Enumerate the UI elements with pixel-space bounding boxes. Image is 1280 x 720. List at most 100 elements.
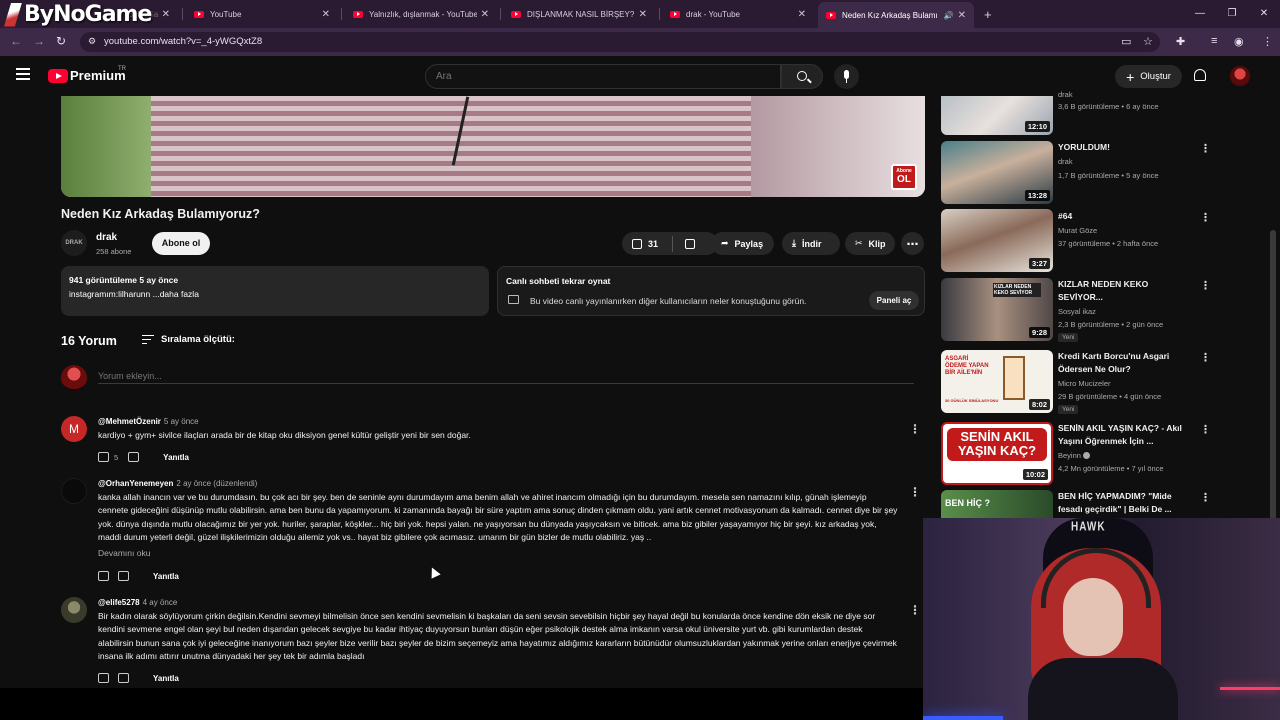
recommendation-thumbnail[interactable]: KIZLAR NEDEN KEKO SEVİYOR 9:28	[941, 278, 1053, 341]
recommendation-menu-icon[interactable]: ⋮	[1200, 423, 1211, 436]
recommendation-thumbnail[interactable]: 13:28	[941, 141, 1053, 204]
cast-icon[interactable]: ▭	[1121, 35, 1131, 48]
add-comment-input[interactable]	[98, 368, 914, 384]
close-icon[interactable]: ✕	[162, 9, 170, 20]
close-icon[interactable]: ✕	[958, 10, 966, 21]
youtube-logo-icon[interactable]	[48, 69, 68, 83]
recommendation-menu-icon[interactable]: ⋮	[1200, 491, 1211, 504]
recommendation-menu-icon[interactable]: ⋮	[1200, 279, 1211, 292]
video-player[interactable]: Abone OL	[61, 96, 925, 197]
recommendation-title[interactable]: SENİN AKIL YAŞIN KAÇ? - Akıl Yaşını Öğre…	[1058, 422, 1190, 448]
channel-name[interactable]: drak	[96, 232, 117, 243]
bookmark-star-icon[interactable]: ☆	[1143, 35, 1153, 48]
recommendation-title[interactable]: #64	[1058, 210, 1190, 223]
close-icon[interactable]: ✕	[798, 9, 806, 20]
new-tab-button[interactable]: +	[980, 4, 1000, 24]
recommendation-thumbnail[interactable]: BEN HİÇ ?	[941, 490, 1053, 518]
recommendation-title[interactable]: KIZLAR NEDEN KEKO SEVİYOR...	[1058, 278, 1190, 304]
clip-button[interactable]: ✂ Klip	[845, 232, 895, 255]
comment-time[interactable]: 5 ay önce	[164, 417, 199, 426]
minimize-icon[interactable]: —	[1184, 0, 1216, 28]
tab-drak[interactable]: drak - YouTube ✕	[662, 4, 814, 24]
commenter-avatar[interactable]: M	[61, 416, 87, 442]
comment-menu-icon[interactable]: ⋮	[909, 423, 921, 435]
close-icon[interactable]: ✕	[481, 9, 489, 20]
search-button[interactable]	[781, 64, 823, 89]
tab-dislanmak[interactable]: DIŞLANMAK NASIL BİRŞEY? - Y ✕	[503, 4, 655, 24]
recommendation-channel[interactable]: Beyinn	[1058, 451, 1090, 460]
dislike-icon[interactable]	[118, 571, 129, 581]
profile-icon[interactable]: ◉	[1234, 35, 1244, 48]
commenter-avatar[interactable]	[61, 478, 87, 504]
comment-author[interactable]: @OrhanYenemeyen	[98, 479, 173, 488]
tab-active-video[interactable]: Neden Kız Arkadaş Bulamı 🔊 ✕	[818, 2, 974, 28]
search-input[interactable]	[436, 71, 756, 82]
account-avatar[interactable]	[1230, 66, 1250, 86]
create-button[interactable]: + Oluştur	[1115, 65, 1182, 88]
recommendation-menu-icon[interactable]: ⋮	[1200, 351, 1211, 364]
recommendation-menu-icon[interactable]: ⋮	[1200, 211, 1211, 224]
recommendation-thumbnail[interactable]: 3:27	[941, 209, 1053, 272]
close-icon[interactable]: ✕	[322, 9, 330, 20]
comment-menu-icon[interactable]: ⋮	[909, 486, 921, 498]
dislike-icon[interactable]	[128, 452, 140, 462]
reload-icon[interactable]: ↻	[56, 34, 66, 48]
comment-author[interactable]: @elife5278	[98, 598, 140, 607]
hamburger-menu-icon[interactable]	[16, 68, 30, 80]
forward-icon[interactable]: →	[33, 34, 45, 48]
url-field[interactable]: ⚙ youtube.com/watch?v=_4-yWGQxtZ8	[80, 32, 1160, 52]
tab-yalnizlik[interactable]: Yalnızlık, dışlanmak - YouTube ✕	[345, 4, 497, 24]
reply-button[interactable]: Yanıtla	[163, 453, 189, 462]
comment-time[interactable]: 2 ay önce (düzenlendi)	[176, 479, 257, 488]
open-panel-button[interactable]: Paneli aç	[869, 291, 919, 310]
dislike-icon[interactable]	[118, 673, 129, 683]
description-box[interactable]: 941 görüntüleme 5 ay önce instagramım:li…	[61, 266, 489, 316]
browser-menu-icon[interactable]: ⋮	[1262, 35, 1273, 48]
voice-search-button[interactable]	[834, 64, 859, 89]
recommendation-title[interactable]: BEN HİÇ YAPMADIM? "Mide fesadı geçirdik"…	[1058, 490, 1190, 516]
subscribe-watermark[interactable]: Abone OL	[891, 164, 917, 190]
more-actions-button[interactable]: ⋯	[901, 232, 924, 255]
like-icon[interactable]	[98, 673, 109, 683]
channel-avatar[interactable]: DRAK	[61, 230, 87, 256]
recommendation-channel[interactable]: Micro Mucizeler	[1058, 379, 1111, 388]
sort-button[interactable]: Sıralama ölçütü:	[161, 334, 235, 345]
recommendation-thumbnail[interactable]: ASGARİ ÖDEME YAPAN BİR AİLE'NİN 30 GÜNLÜ…	[941, 350, 1053, 413]
comment-menu-icon[interactable]: ⋮	[909, 604, 921, 616]
back-icon[interactable]: ←	[10, 34, 22, 48]
like-icon[interactable]	[632, 238, 642, 249]
comment-time[interactable]: 4 ay önce	[143, 598, 178, 607]
media-icon[interactable]: ≡	[1211, 35, 1217, 47]
recommendation-channel[interactable]: Sosyal ikaz	[1058, 307, 1096, 316]
close-window-icon[interactable]: ✕	[1248, 0, 1280, 28]
reply-button[interactable]: Yanıtla	[153, 572, 179, 581]
site-info-icon[interactable]: ⚙	[88, 36, 96, 47]
recommendation-thumbnail[interactable]: SENİN AKIL YAŞIN KAÇ? 10:02	[941, 422, 1053, 485]
tab-youtube[interactable]: YouTube ✕	[186, 4, 338, 24]
recommendation-channel[interactable]: Murat Göze	[1058, 226, 1097, 235]
dislike-icon[interactable]	[685, 238, 696, 249]
recommendation-channel[interactable]: drak	[1058, 90, 1073, 99]
sort-icon[interactable]	[142, 335, 154, 344]
notifications-bell-icon[interactable]	[1194, 69, 1206, 81]
like-icon[interactable]	[98, 571, 109, 581]
close-icon[interactable]: ✕	[639, 9, 647, 20]
recommendation-thumbnail[interactable]: 12:10	[941, 96, 1053, 135]
maximize-icon[interactable]: ❐	[1216, 0, 1248, 28]
subscribe-button[interactable]: Abone ol	[152, 232, 210, 255]
extensions-icon[interactable]: ✚	[1176, 35, 1185, 48]
download-button[interactable]: ⤓ İndir	[782, 232, 840, 255]
recommendation-channel[interactable]: drak	[1058, 157, 1073, 166]
commenter-avatar[interactable]	[61, 597, 87, 623]
share-button[interactable]: ➦ Paylaş	[711, 232, 774, 255]
like-icon[interactable]	[98, 452, 109, 462]
comment-author[interactable]: @MehmetÖzenir	[98, 417, 161, 426]
reply-button[interactable]: Yanıtla	[153, 674, 179, 683]
page-scrollbar[interactable]	[1270, 230, 1276, 520]
recommendation-title[interactable]: Kredi Kartı Borcu'nu Asgari Ödersen Ne O…	[1058, 350, 1190, 376]
read-more-link[interactable]: Devamını oku	[98, 548, 150, 558]
search-box[interactable]	[425, 64, 781, 89]
recommendation-title[interactable]: YORULDUM!	[1058, 141, 1190, 154]
recommendation-menu-icon[interactable]: ⋮	[1200, 142, 1211, 155]
like-count[interactable]: 31	[648, 239, 658, 249]
